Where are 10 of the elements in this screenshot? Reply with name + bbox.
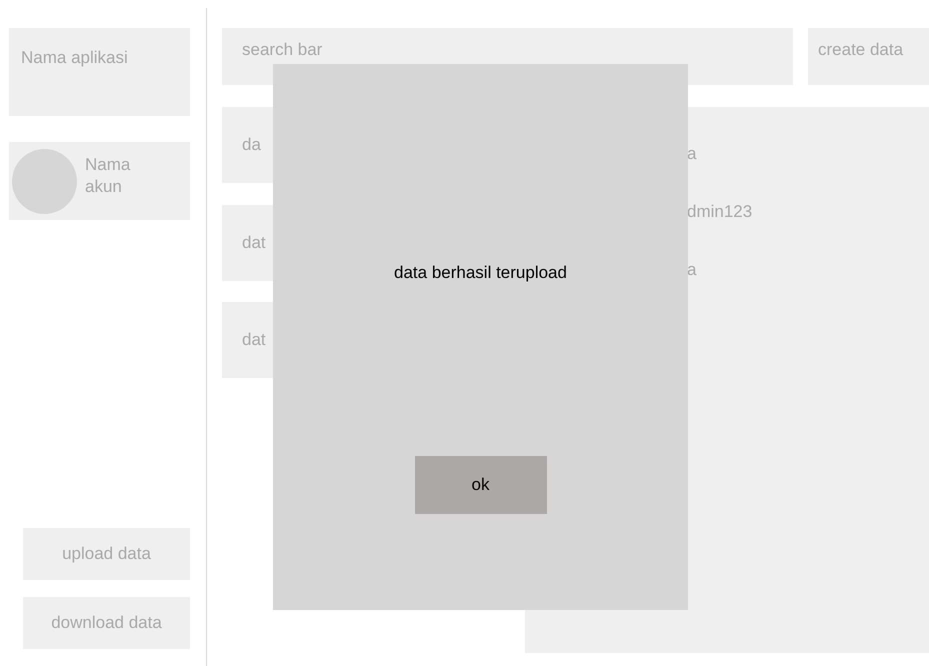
- create-data-button[interactable]: create data: [808, 28, 929, 85]
- account-name: Nama akun: [85, 154, 132, 198]
- detail-text: dmin123: [687, 201, 754, 223]
- sidebar-button[interactable]: upload data: [23, 528, 190, 580]
- sidebar-button[interactable]: download data: [23, 597, 190, 649]
- dialog-message: data berhasil terupload: [394, 262, 567, 284]
- detail-text: a: [687, 143, 698, 165]
- detail-text: a: [687, 259, 698, 281]
- app-name: Nama aplikasi: [21, 48, 128, 67]
- ok-button[interactable]: ok: [414, 456, 546, 514]
